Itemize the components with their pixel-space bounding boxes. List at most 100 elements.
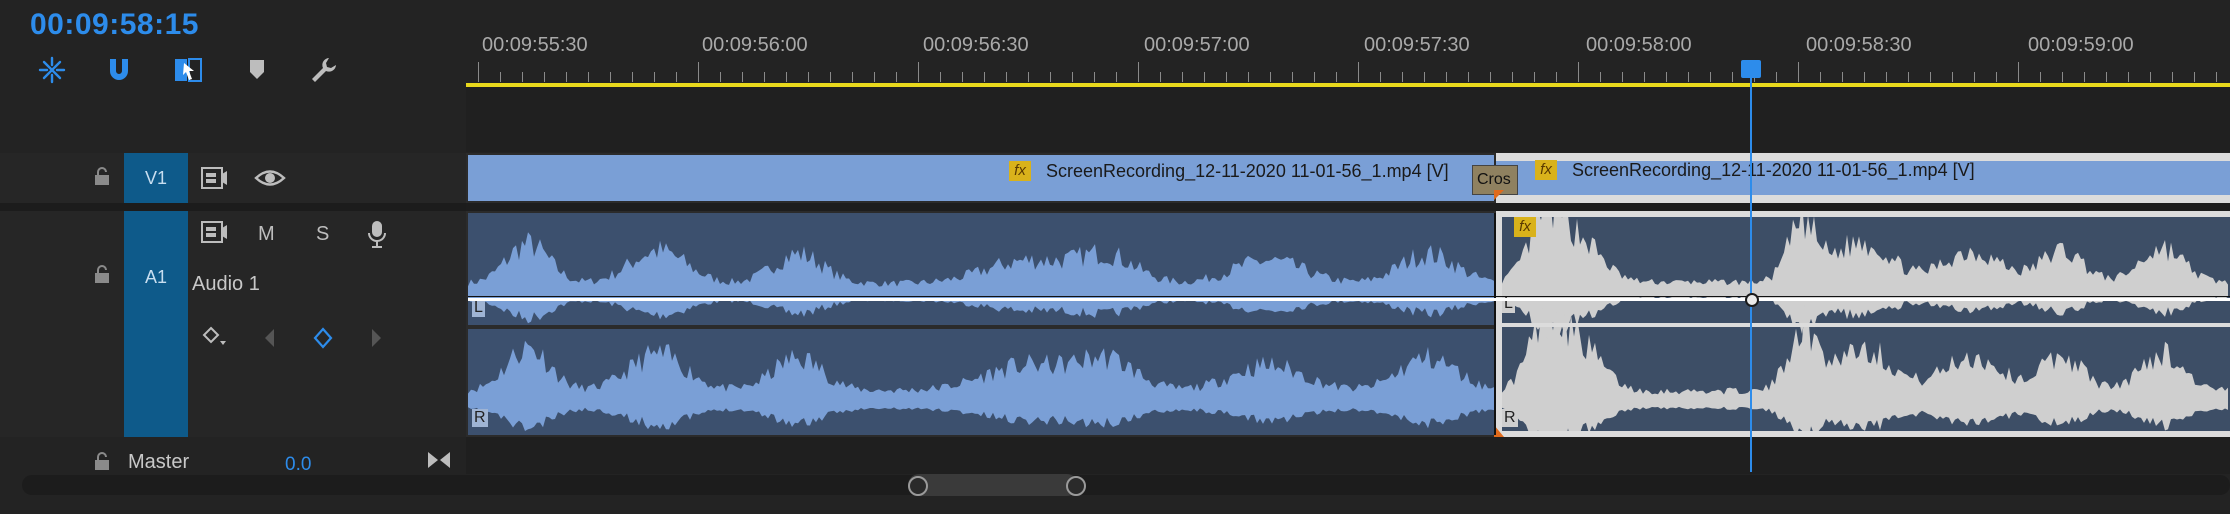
ruler-tick	[2216, 72, 2217, 82]
channel-right-label: R	[472, 409, 488, 427]
volume-keyframe[interactable]	[1745, 293, 1759, 307]
ruler-tick	[1644, 72, 1645, 82]
video-clip-right[interactable]: fx ScreenRecording_12-11-2020 11-01-56_1…	[1496, 160, 2230, 195]
eye-icon[interactable]	[254, 167, 286, 194]
track-name[interactable]: Audio 1	[192, 273, 260, 296]
ruler-tick	[654, 72, 655, 82]
ruler-tick	[698, 62, 699, 82]
snap-in-sequence-icon[interactable]	[34, 52, 70, 88]
go-to-in-out-icon[interactable]	[426, 448, 452, 477]
lock-icon[interactable]	[94, 265, 110, 283]
zoom-handle-left[interactable]	[908, 476, 928, 496]
ruler-tick	[2106, 72, 2107, 82]
ruler-tick	[1842, 72, 1843, 82]
v1-track-target[interactable]: V1	[124, 153, 188, 203]
ruler-tick	[1182, 72, 1183, 82]
scrollbar-thumb[interactable]	[908, 474, 1078, 496]
ruler-tick	[1688, 72, 1689, 82]
master-label: Master	[128, 451, 190, 473]
channel-left-label: L	[472, 299, 485, 317]
ruler-tick	[1314, 72, 1315, 82]
a1-track-header: A1 M S Audio 1	[0, 211, 466, 437]
video-clip-left[interactable]: fx ScreenRecording_12-11-2020 11-01-56_1…	[468, 155, 1494, 201]
ruler-tick	[1578, 62, 1579, 82]
playhead-timecode[interactable]: 00:09:58:15	[30, 8, 199, 42]
next-keyframe-icon[interactable]	[368, 327, 384, 354]
ruler-tick	[1446, 72, 1447, 82]
fx-badge: fx	[1514, 217, 1536, 237]
ruler-label: 00:09:56:00	[702, 34, 808, 56]
timeline-zoom-scrollbar[interactable]	[22, 475, 2230, 495]
ruler-tick	[918, 62, 919, 82]
sync-lock-icon[interactable]	[200, 219, 228, 250]
ruler-tick	[874, 72, 875, 82]
wrench-icon[interactable]	[306, 52, 342, 88]
ruler-tick	[2128, 72, 2129, 82]
ruler-tick	[2040, 72, 2041, 82]
work-area-bar[interactable]	[466, 83, 2230, 87]
ruler-tick	[588, 72, 589, 82]
solo-button[interactable]: S	[316, 223, 329, 246]
linked-selection-icon[interactable]	[170, 52, 206, 88]
ruler-tick	[786, 72, 787, 82]
add-keyframe-icon[interactable]	[312, 327, 334, 354]
microphone-icon[interactable]	[366, 219, 388, 254]
ruler-label: 00:09:56:30	[923, 34, 1029, 56]
fx-badge: fx	[1535, 160, 1557, 180]
ruler-tick	[742, 72, 743, 82]
marker-icon[interactable]	[239, 52, 275, 88]
playhead-handle[interactable]	[1741, 60, 1761, 78]
ruler-tick	[1886, 72, 1887, 82]
audio-clip-left[interactable]: L R	[468, 213, 1494, 435]
ruler-tick	[676, 72, 677, 82]
audio-clip-right[interactable]: fx L R	[1502, 217, 2230, 431]
ruler-label: 00:09:58:30	[1806, 34, 1912, 56]
ruler-tick	[1138, 62, 1139, 82]
ruler-tick	[808, 72, 809, 82]
ruler-tick	[1380, 72, 1381, 82]
previous-keyframe-icon[interactable]	[262, 327, 278, 354]
ruler-tick	[1490, 72, 1491, 82]
zoom-handle-right[interactable]	[1066, 476, 1086, 496]
v1-track-header: V1	[0, 153, 466, 203]
sync-lock-icon[interactable]	[200, 165, 228, 196]
ruler-tick	[1732, 72, 1733, 82]
master-volume-value[interactable]: 0.0	[285, 454, 311, 476]
ruler-tick	[1160, 72, 1161, 82]
ruler-tick	[1094, 72, 1095, 82]
ruler-tick	[1424, 72, 1425, 82]
ruler-tick	[1996, 72, 1997, 82]
ruler-tick	[1930, 72, 1931, 82]
ruler-tick	[852, 72, 853, 82]
ruler-tick	[610, 72, 611, 82]
track-divider	[0, 203, 466, 211]
channel-right-label: R	[1502, 409, 1518, 427]
ruler-gap	[466, 87, 2230, 152]
ruler-tick	[830, 72, 831, 82]
ruler-label: 00:09:57:00	[1144, 34, 1250, 56]
ruler-tick	[544, 72, 545, 82]
master-track-header: Master 0.0	[0, 440, 466, 477]
lock-icon[interactable]	[94, 167, 110, 185]
volume-line[interactable]	[468, 298, 2230, 301]
ruler-tick	[1072, 72, 1073, 82]
ruler-tick	[2018, 62, 2019, 82]
ruler-tick	[1556, 72, 1557, 82]
lock-icon[interactable]	[94, 452, 110, 470]
ruler-tick	[1226, 72, 1227, 82]
magnet-icon[interactable]	[101, 52, 137, 88]
waveform-right	[1502, 217, 2230, 431]
edit-point[interactable]	[1494, 213, 1496, 435]
ruler-tick	[1600, 72, 1601, 82]
ruler-tick	[1952, 72, 1953, 82]
ruler-tick	[764, 72, 765, 82]
fx-badge: fx	[1009, 161, 1031, 181]
volume-line-shadow	[468, 296, 2230, 297]
ruler-tick	[1402, 72, 1403, 82]
ruler-tick	[500, 72, 501, 82]
clip-name: ScreenRecording_12-11-2020 11-01-56_1.mp…	[1572, 160, 1975, 180]
keyframe-options-icon[interactable]	[202, 325, 228, 356]
a1-track-target[interactable]: A1	[124, 211, 188, 437]
mute-button[interactable]: M	[258, 223, 275, 246]
playhead-line[interactable]	[1750, 60, 1752, 472]
